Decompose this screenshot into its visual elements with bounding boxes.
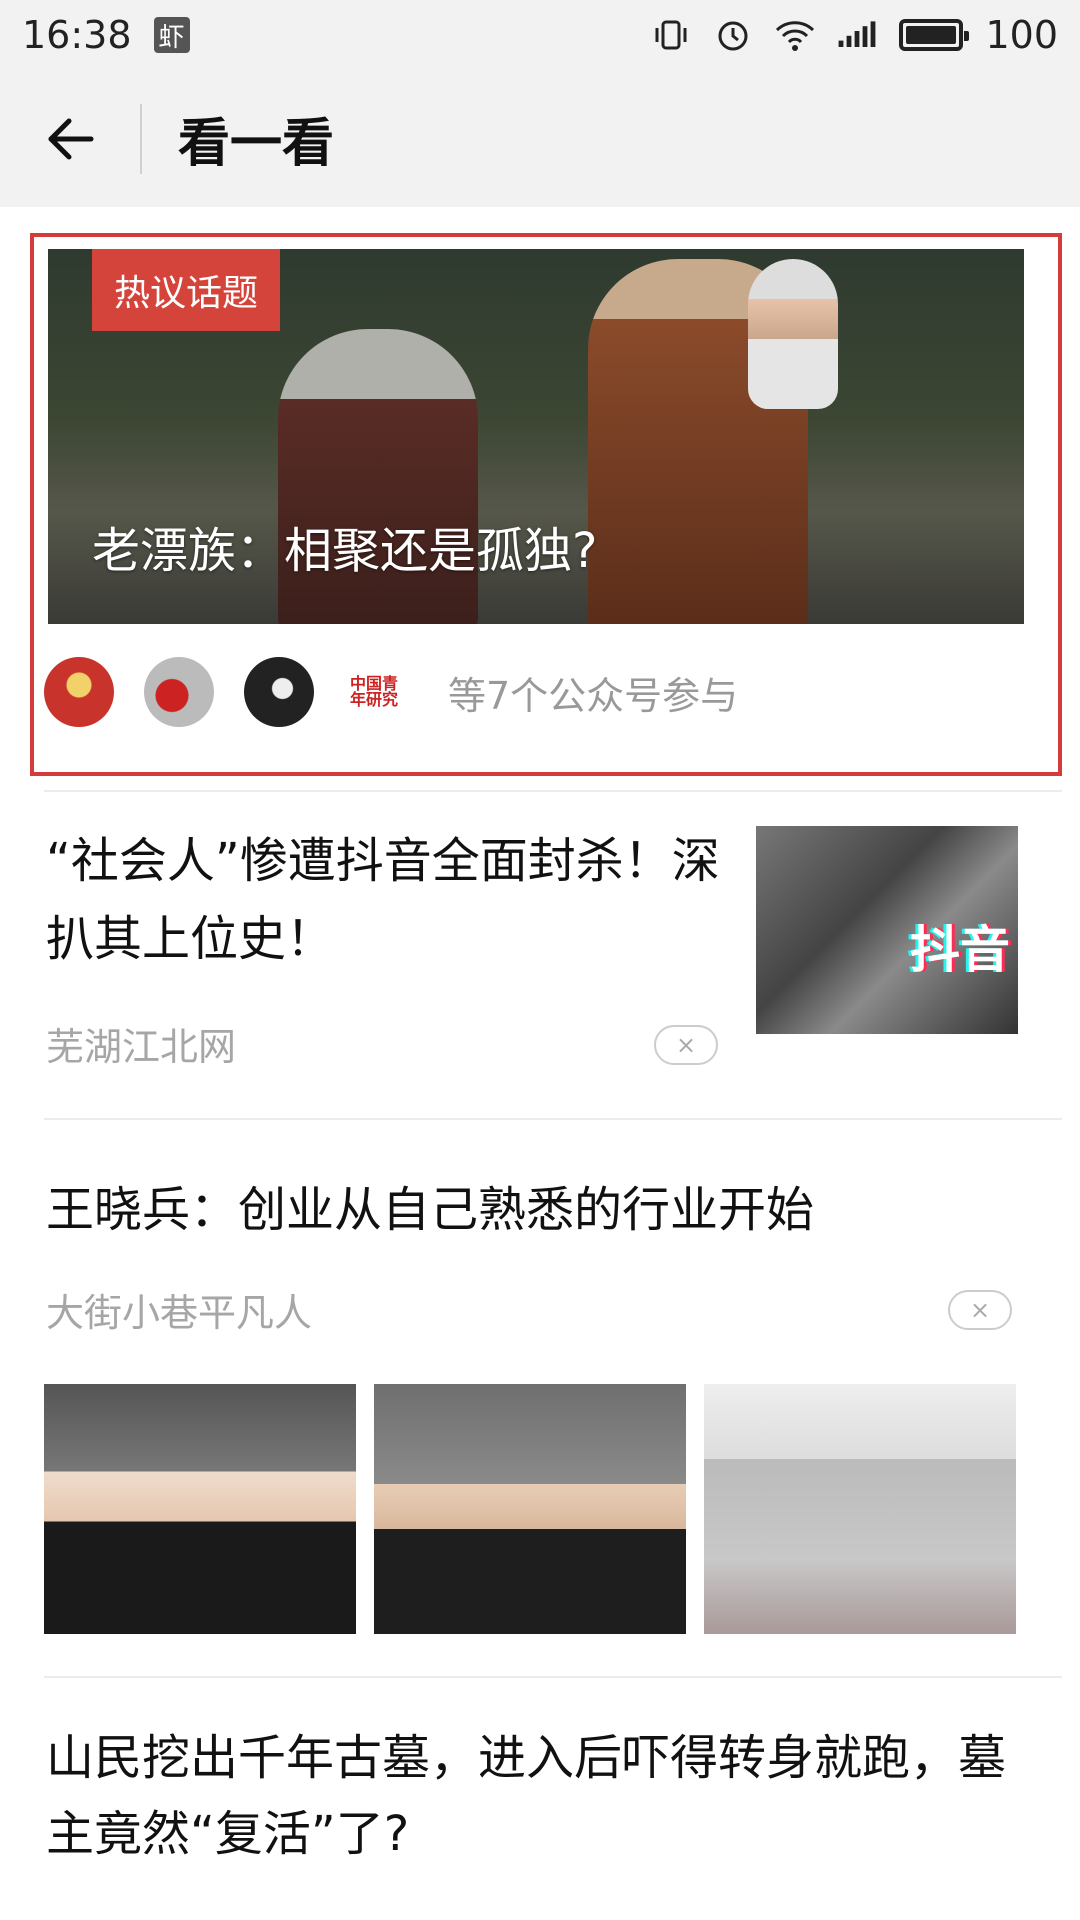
close-icon: ×: [675, 1031, 697, 1059]
alarm-icon: [713, 15, 753, 55]
article-thumbnail[interactable]: 抖音: [756, 826, 1018, 1034]
status-time: 16:38: [22, 13, 132, 57]
participants-count: 等7个公众号参与: [448, 673, 739, 718]
avatar[interactable]: 中国青年研究: [344, 657, 404, 727]
article-title[interactable]: 山民挖出千年古墓，进入后吓得转身就跑，墓主竟然“复活”了?: [46, 1720, 1006, 1872]
avatar-logo-text: 中国青年研究: [349, 674, 398, 709]
tiktok-logo-text: 抖音: [910, 921, 1010, 979]
avatar[interactable]: [44, 657, 114, 727]
signal-icon: [837, 15, 877, 55]
hot-topic-badge: 热议话题: [92, 249, 281, 331]
divider: [44, 1118, 1062, 1120]
app-notification-icon: 虾: [153, 17, 190, 53]
article-source[interactable]: 芜湖江北网: [46, 1016, 236, 1071]
topic-banner-image[interactable]: 热议话题 老漂族：相聚还是孤独?: [48, 249, 1024, 624]
article-thumbnail[interactable]: [44, 1384, 356, 1634]
avatar[interactable]: [244, 657, 314, 727]
status-bar: 16:38 虾 100: [0, 0, 1080, 70]
article-thumbnail[interactable]: [704, 1384, 1016, 1634]
hot-topic-card[interactable]: 热议话题 老漂族：相聚还是孤独? 中国青年研究 等7个公众号参与: [30, 233, 1062, 776]
article-title[interactable]: 王晓兵：创业从自己熟悉的行业开始: [46, 1170, 814, 1240]
arrow-left-icon: [48, 118, 94, 159]
participant-avatars: 中国青年研究 等7个公众号参与: [44, 657, 738, 727]
nav-divider: [140, 103, 142, 174]
topic-title: 老漂族：相聚还是孤独?: [92, 523, 598, 579]
article-source[interactable]: 大街小巷平凡人: [46, 1282, 312, 1337]
divider: [44, 790, 1062, 792]
article-thumbnails: [44, 1384, 1016, 1634]
battery-level: 100: [985, 13, 1058, 57]
avatar[interactable]: [144, 657, 214, 727]
back-button[interactable]: [0, 70, 140, 207]
divider: [44, 1676, 1062, 1678]
article-title[interactable]: “社会人”惨遭抖音全面封杀！深扒其上位史！: [46, 822, 736, 978]
article-thumbnail[interactable]: [374, 1384, 686, 1634]
battery-icon: [899, 19, 970, 51]
vibrate-icon: [651, 15, 691, 55]
dismiss-button[interactable]: ×: [948, 1290, 1012, 1330]
wifi-icon: [775, 15, 815, 55]
page-title: 看一看: [178, 114, 335, 174]
dismiss-button[interactable]: ×: [654, 1025, 718, 1065]
banner-figure: [748, 259, 838, 409]
nav-bar: 看一看: [0, 70, 1080, 207]
close-icon: ×: [969, 1296, 991, 1324]
